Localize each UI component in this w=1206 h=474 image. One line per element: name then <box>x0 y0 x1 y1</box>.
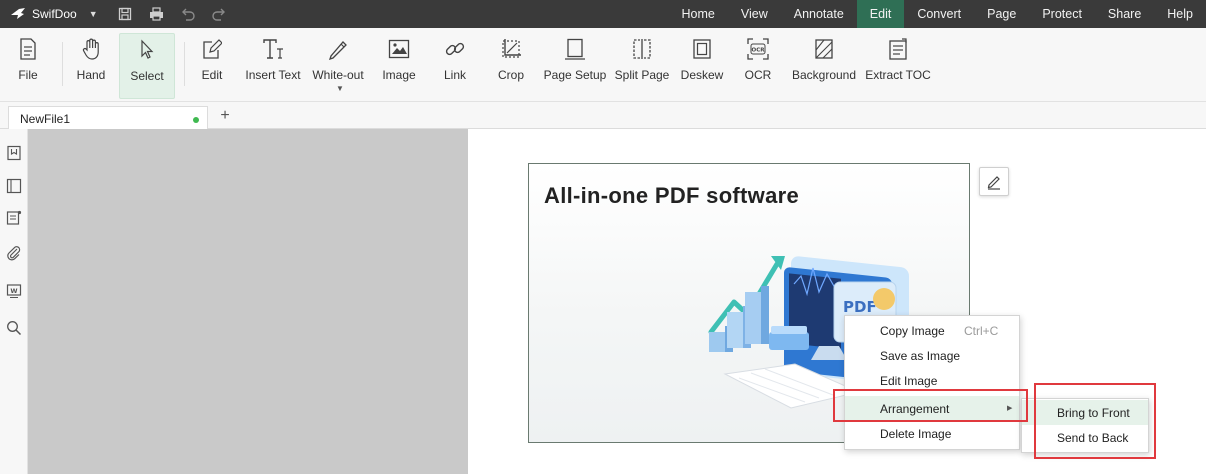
hand-label: Hand <box>76 68 106 82</box>
unsaved-indicator-icon <box>193 117 199 123</box>
arrangement-highlight-box <box>833 389 1028 422</box>
image-button[interactable]: Image <box>380 28 418 102</box>
hand-icon <box>79 37 103 61</box>
redo-icon[interactable] <box>210 5 228 23</box>
pdf-badge-text: PDF <box>843 298 877 316</box>
document-tab-bar: NewFile1 + <box>0 102 1206 130</box>
image-label: Image <box>382 68 416 82</box>
split-page-button[interactable]: Split Page <box>614 28 670 102</box>
left-side-panel: W <box>0 129 28 474</box>
image-icon <box>387 37 411 61</box>
extract-toc-button[interactable]: Extract TOC <box>865 28 931 102</box>
undo-icon[interactable] <box>179 5 197 23</box>
svg-text:W: W <box>10 287 17 295</box>
app-dropdown-icon[interactable]: ▼ <box>89 9 98 19</box>
select-button[interactable]: Select <box>119 33 175 99</box>
app-name: SwifDoo <box>32 7 77 21</box>
insert-text-label: Insert Text <box>245 68 301 82</box>
canvas-background <box>28 129 468 474</box>
deskew-label: Deskew <box>680 68 724 82</box>
attachment-icon[interactable] <box>6 245 22 261</box>
ocr-icon: OCR <box>746 37 770 61</box>
link-button[interactable]: Link <box>438 28 472 102</box>
eraser-pen-icon <box>326 37 350 61</box>
menu-annotate[interactable]: Annotate <box>781 0 857 28</box>
bookmark-icon[interactable] <box>6 145 22 161</box>
save-as-image-label: Save as Image <box>880 349 961 363</box>
deskew-icon <box>690 37 714 61</box>
main-menu: Home View Annotate Edit Convert Page Pro… <box>669 0 1206 28</box>
menu-share[interactable]: Share <box>1095 0 1154 28</box>
edit-button[interactable]: Edit <box>196 28 228 102</box>
deskew-button[interactable]: Deskew <box>680 28 724 102</box>
svg-text:OCR: OCR <box>752 48 766 54</box>
edit-pencil-icon <box>200 37 224 61</box>
menu-protect[interactable]: Protect <box>1029 0 1095 28</box>
page-setup-button[interactable]: Page Setup <box>543 28 607 102</box>
split-page-label: Split Page <box>614 68 670 82</box>
pencil-edit-icon <box>987 175 1000 190</box>
link-label: Link <box>443 68 466 82</box>
print-icon[interactable] <box>147 5 165 23</box>
insert-text-button[interactable]: Insert Text <box>242 28 304 102</box>
annotations-list-icon[interactable] <box>6 210 22 226</box>
file-button[interactable]: File <box>12 28 44 102</box>
document-tab-name: NewFile1 <box>20 112 71 126</box>
search-icon[interactable] <box>6 320 22 336</box>
background-icon <box>812 37 836 61</box>
file-icon <box>16 37 40 61</box>
menu-help[interactable]: Help <box>1154 0 1206 28</box>
swifdoo-logo-icon <box>11 8 25 19</box>
white-out-dropdown-icon[interactable]: ▼ <box>336 84 344 93</box>
cursor-arrow-icon <box>135 38 159 62</box>
hand-button[interactable]: Hand <box>72 28 110 102</box>
edit-label: Edit <box>201 68 223 82</box>
link-icon <box>443 37 467 61</box>
page-setup-icon <box>563 37 587 61</box>
app-brand[interactable]: SwifDoo ▼ <box>10 0 98 28</box>
copy-image-shortcut: Ctrl+C <box>964 324 999 338</box>
menu-item-copy-image[interactable]: Copy Image Ctrl+C <box>845 318 1019 343</box>
split-page-icon <box>630 37 654 61</box>
insert-text-icon <box>261 37 285 61</box>
background-button[interactable]: Background <box>790 28 858 102</box>
thumbnails-icon[interactable] <box>6 178 22 194</box>
ribbon-toolbar: File Hand Select Edit Insert Text White-… <box>0 28 1206 102</box>
extract-toc-label: Extract TOC <box>865 68 931 82</box>
white-out-label: White-out <box>312 68 364 82</box>
document-tab[interactable]: NewFile1 <box>8 106 208 130</box>
crop-label: Crop <box>497 68 524 82</box>
menu-convert[interactable]: Convert <box>904 0 974 28</box>
crop-button[interactable]: Crop <box>494 28 528 102</box>
copy-image-label: Copy Image <box>880 324 945 338</box>
menu-item-delete-image[interactable]: Delete Image <box>845 421 1019 446</box>
image-context-menu: Copy Image Ctrl+C Save as Image Edit Ima… <box>844 315 1020 450</box>
submenu-highlight-box <box>1034 383 1156 459</box>
ribbon-divider <box>62 42 63 86</box>
menu-home[interactable]: Home <box>669 0 728 28</box>
page-setup-label: Page Setup <box>543 68 607 82</box>
extract-toc-icon <box>886 37 910 61</box>
menu-page[interactable]: Page <box>974 0 1029 28</box>
edit-image-label: Edit Image <box>880 374 938 388</box>
word-count-icon[interactable]: W <box>6 283 22 299</box>
background-label: Background <box>791 68 857 82</box>
edit-image-button[interactable] <box>979 167 1009 196</box>
select-label: Select <box>130 69 164 83</box>
file-label: File <box>18 68 38 82</box>
crop-icon <box>499 37 523 61</box>
ribbon-divider <box>184 42 185 86</box>
menu-item-save-as-image[interactable]: Save as Image <box>845 343 1019 368</box>
menu-edit[interactable]: Edit <box>856 0 905 28</box>
ocr-button[interactable]: OCR OCR <box>742 28 774 102</box>
add-tab-button[interactable]: + <box>216 107 234 125</box>
menu-view[interactable]: View <box>728 0 781 28</box>
ocr-label: OCR <box>744 68 772 82</box>
save-icon[interactable] <box>116 5 134 23</box>
delete-image-label: Delete Image <box>880 427 952 441</box>
title-bar: SwifDoo ▼ Home View Annotate Edit Conver… <box>0 0 1206 28</box>
